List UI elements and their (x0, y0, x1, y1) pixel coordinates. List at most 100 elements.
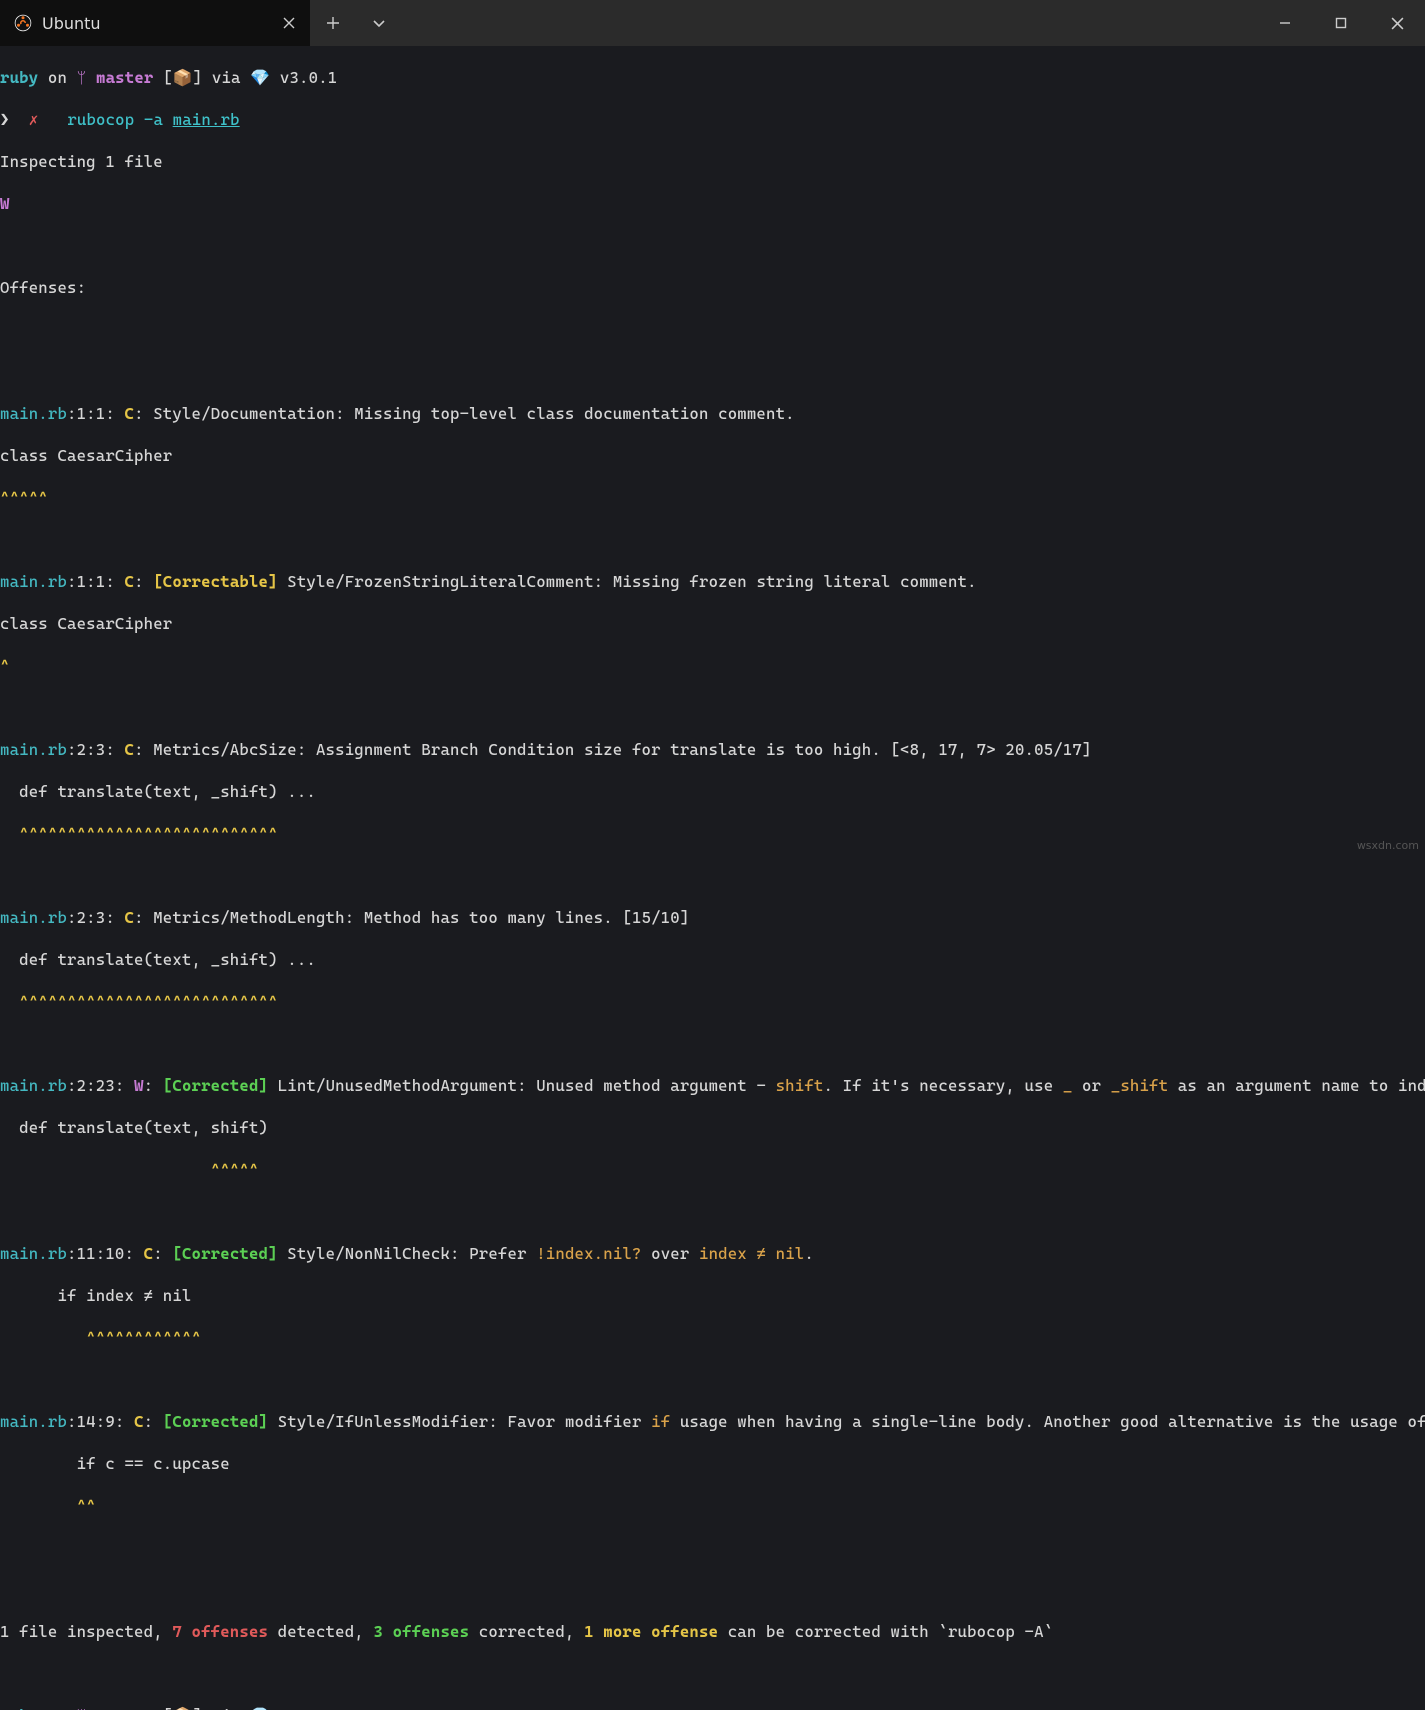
offense-loc: :2:23: (67, 1076, 134, 1095)
offense-highlight: index ≠ nil (699, 1244, 804, 1263)
offense-caret: ^^^^^^^^^^^^^^^^^^^^^^^^^^^ (0, 823, 1425, 844)
offenses-header: Offenses: (0, 277, 1425, 298)
offense-loc: :1:1: (67, 404, 124, 423)
offense-tag: [Corrected] (163, 1412, 268, 1431)
command: rubocop -a (67, 110, 172, 129)
offense-highlight: if (651, 1412, 670, 1431)
offense-message: Lint/UnusedMethodArgument: Unused method… (268, 1076, 775, 1095)
stash-icon: [📦] (153, 68, 211, 87)
offense-loc: :2:3: (67, 908, 124, 927)
offense-code: if c == c.upcase (0, 1453, 1425, 1474)
offense-message: over (642, 1244, 699, 1263)
offense-code: def translate(text, _shift) ... (0, 949, 1425, 970)
offense-highlight: shift (776, 1076, 824, 1095)
titlebar: Ubuntu (0, 0, 1425, 46)
offense-loc: :2:3: (67, 740, 124, 759)
offense-code: class CaesarCipher (0, 445, 1425, 466)
tab-ubuntu[interactable]: Ubuntu (0, 0, 310, 46)
offense-message: . (804, 1244, 814, 1263)
offense-message: or (1072, 1076, 1110, 1095)
offense-severity: W (134, 1076, 144, 1095)
offense-loc: :14:9: (67, 1412, 134, 1431)
offense-file: main.rb (0, 572, 67, 591)
offense-severity: C (124, 740, 134, 759)
window-controls (1257, 0, 1425, 46)
offense-tag: [Corrected] (163, 1076, 268, 1095)
summary-text: can be corrected with `rubocop -A` (718, 1622, 1053, 1641)
ruby-version: v3.0.1 (280, 1706, 337, 1710)
offense-loc: :1:1: (67, 572, 124, 591)
offense-code: if index ≠ nil (0, 1285, 1425, 1306)
prompt-line-1: ruby on ᛘ master [📦] via 💎 v3.0.1 (0, 67, 1425, 88)
offense-severity: C (124, 572, 134, 591)
summary-text: corrected, (469, 1622, 584, 1641)
summary-corrected: 3 offenses (373, 1622, 469, 1641)
offense-line: main.rb:1:1: C: Style/Documentation: Mis… (0, 403, 1425, 424)
gem-icon: 💎 (250, 1706, 280, 1710)
offense-message: . If it's necessary, use (823, 1076, 1062, 1095)
maximize-button[interactable] (1313, 0, 1369, 46)
stash-icon: [📦] (153, 1706, 211, 1710)
offense-highlight: _shift (1111, 1076, 1168, 1095)
command-file: main.rb (173, 110, 240, 129)
offense-line: main.rb:2:3: C: Metrics/AbcSize: Assignm… (0, 739, 1425, 760)
offense-highlight: _ (1063, 1076, 1073, 1095)
offense-code: class CaesarCipher (0, 613, 1425, 634)
offense-caret: ^^^^^^^^^^^^ (0, 1327, 1425, 1348)
offense-code: def translate(text, _shift) ... (0, 781, 1425, 802)
minimize-button[interactable] (1257, 0, 1313, 46)
prompt-dir: ruby (0, 68, 38, 87)
git-branch: master (96, 1706, 153, 1710)
tab-close-button[interactable] (278, 12, 300, 34)
offense-message: Style/IfUnlessModifier: Favor modifier (268, 1412, 651, 1431)
offense-message: : Metrics/MethodLength: Method has too m… (134, 908, 689, 927)
offense-line: main.rb:14:9: C: [Corrected] Style/IfUnl… (0, 1411, 1425, 1432)
offense-message: : Style/Documentation: Missing top-level… (134, 404, 795, 423)
summary-text: detected, (268, 1622, 373, 1641)
prompt-dir: ruby (0, 1706, 38, 1710)
titlebar-spacer (402, 0, 1257, 46)
offense-message: : Metrics/AbcSize: Assignment Branch Con… (134, 740, 1092, 759)
prompt-arrow-icon: ❯ (0, 110, 10, 129)
offense-file: main.rb (0, 1076, 67, 1095)
prompt-line-2: ruby on ᛘ master [📦] via 💎 v3.0.1 (0, 1705, 1425, 1710)
tab-dropdown-button[interactable] (356, 0, 402, 46)
summary-more: 1 more offense (584, 1622, 718, 1641)
offense-message: as an argument name to indicate that it … (1168, 1076, 1425, 1095)
offense-caret: ^ (0, 655, 1425, 676)
offense-highlight: !index.nil? (536, 1244, 641, 1263)
offense-message: Style/NonNilCheck: Prefer (278, 1244, 537, 1263)
offense-line: main.rb:2:3: C: Metrics/MethodLength: Me… (0, 907, 1425, 928)
summary-text: 1 file inspected, (0, 1622, 172, 1641)
prompt-error-icon: ✗ (29, 110, 39, 129)
output-status: W (0, 193, 1425, 214)
offense-line: main.rb:2:23: W: [Corrected] Lint/Unused… (0, 1075, 1425, 1096)
ubuntu-icon (14, 14, 32, 32)
offense-message: Style/FrozenStringLiteralComment: Missin… (278, 572, 977, 591)
output-inspecting: Inspecting 1 file (0, 151, 1425, 172)
git-branch: master (96, 68, 153, 87)
prompt-on: on (38, 1706, 76, 1710)
gem-icon: 💎 (250, 68, 280, 87)
offense-file: main.rb (0, 908, 67, 927)
offense-file: main.rb (0, 1412, 67, 1431)
summary-offenses: 7 offenses (172, 1622, 268, 1641)
offense-severity: C (144, 1244, 154, 1263)
new-tab-button[interactable] (310, 0, 356, 46)
summary-line: 1 file inspected, 7 offenses detected, 3… (0, 1621, 1425, 1642)
offense-tag: [Corrected] (172, 1244, 277, 1263)
offense-caret: ^^ (0, 1495, 1425, 1516)
close-button[interactable] (1369, 0, 1425, 46)
offense-code: def translate(text, shift) (0, 1117, 1425, 1138)
ruby-version: v3.0.1 (280, 68, 337, 87)
offense-message: usage when having a single-line body. An… (670, 1412, 1425, 1431)
offense-loc: :11:10: (67, 1244, 144, 1263)
offense-severity: C (124, 908, 134, 927)
prompt-via: via (212, 1706, 250, 1710)
git-branch-icon: ᛘ (77, 68, 96, 87)
offense-severity: C (124, 404, 134, 423)
terminal[interactable]: ruby on ᛘ master [📦] via 💎 v3.0.1 ❯ ✗ ru… (0, 46, 1425, 1710)
offense-file: main.rb (0, 1244, 67, 1263)
watermark: wsxdn.com (1357, 839, 1419, 852)
offense-file: main.rb (0, 740, 67, 759)
